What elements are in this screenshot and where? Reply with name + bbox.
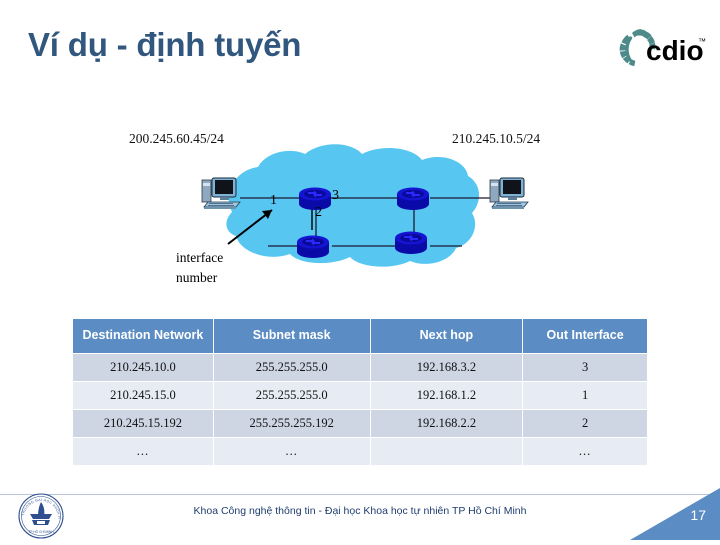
router-c	[297, 235, 329, 258]
table-row: 210.245.10.0 255.255.255.0 192.168.3.2 3	[73, 353, 647, 381]
cell-destination: 210.245.15.192	[73, 409, 213, 437]
cell-out-interface: ...	[523, 437, 647, 465]
left-host-computer	[201, 177, 241, 209]
cell-subnet-mask: ...	[213, 437, 370, 465]
cdio-logo-icon: cdio ™	[619, 29, 706, 67]
cell-out-interface: 1	[523, 381, 647, 409]
svg-text:TP HỒ CHÍ MINH: TP HỒ CHÍ MINH	[28, 529, 54, 534]
interface-number-2: 2	[315, 205, 322, 220]
interface-number-1: 1	[270, 193, 277, 208]
cell-next-hop: 192.168.2.2	[370, 409, 523, 437]
network-cloud-svg	[201, 144, 529, 267]
slide: Ví dụ - định tuyến cdio ™ 200.245.60.45/…	[0, 0, 720, 540]
page-corner-shape	[630, 488, 720, 540]
page-title: Ví dụ - định tuyến	[28, 26, 302, 63]
column-header-subnet-mask: Subnet mask	[213, 319, 370, 353]
cell-out-interface: 3	[523, 353, 647, 381]
column-header-next-hop: Next hop	[370, 319, 523, 353]
cell-destination: ...	[73, 437, 213, 465]
routing-table: Destination Network Subnet mask Next hop…	[72, 318, 648, 466]
network-diagram: 200.245.60.45/24 210.245.10.5/24 1 2 3 i…	[0, 118, 720, 308]
cell-subnet-mask: 255.255.255.192	[213, 409, 370, 437]
right-host-computer	[489, 177, 529, 209]
table-row: 210.245.15.0 255.255.255.0 192.168.1.2 1	[73, 381, 647, 409]
router-b	[397, 187, 429, 210]
page-number: 17	[690, 507, 706, 523]
cell-next-hop: 192.168.3.2	[370, 353, 523, 381]
cdio-logo-tm: ™	[698, 37, 706, 46]
interface-number-3: 3	[332, 188, 339, 203]
table-row: 210.245.15.192 255.255.255.192 192.168.2…	[73, 409, 647, 437]
cloud-shape	[226, 144, 480, 267]
table-header-row: Destination Network Subnet mask Next hop…	[73, 319, 647, 353]
interface-number-annotation: interface number	[176, 248, 223, 287]
cell-next-hop: 192.168.1.2	[370, 381, 523, 409]
cell-next-hop	[370, 437, 523, 465]
cell-subnet-mask: 255.255.255.0	[213, 353, 370, 381]
annotation-line-2: number	[176, 269, 218, 285]
table-row: ... ... ...	[73, 437, 647, 465]
cell-destination: 210.245.15.0	[73, 381, 213, 409]
cdio-logo: cdio ™	[600, 16, 710, 82]
footer-text: Khoa Công nghệ thông tin - Đại học Khoa …	[193, 505, 527, 517]
annotation-line-1: interface	[176, 250, 224, 265]
column-header-destination-network: Destination Network	[73, 319, 213, 353]
cell-destination: 210.245.10.0	[73, 353, 213, 381]
cell-subnet-mask: 255.255.255.0	[213, 381, 370, 409]
footer-divider	[0, 494, 720, 495]
router-d	[395, 231, 427, 254]
cell-out-interface: 2	[523, 409, 647, 437]
cdio-logo-text: cdio	[646, 35, 704, 66]
column-header-out-interface: Out Interface	[523, 319, 647, 353]
